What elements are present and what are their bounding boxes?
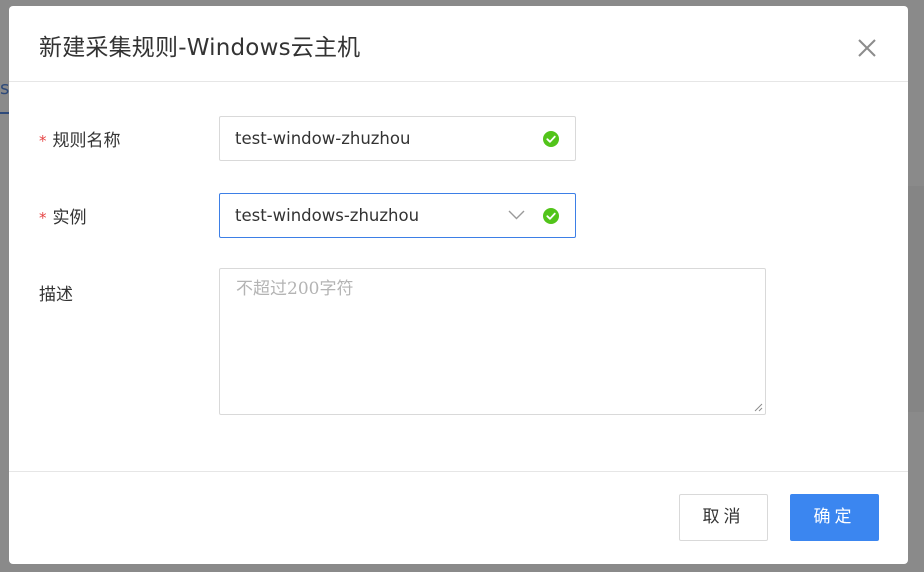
background-tab-fragment: s bbox=[0, 78, 10, 99]
check-circle-icon bbox=[543, 131, 559, 147]
description-textarea[interactable]: 不超过200字符 bbox=[219, 268, 766, 415]
required-mark: * bbox=[39, 209, 47, 227]
dialog-title: 新建采集规则-Windows云主机 bbox=[39, 35, 361, 61]
cancel-button[interactable]: 取消 bbox=[679, 494, 768, 541]
rule-name-input[interactable]: test-window-zhuzhou bbox=[219, 116, 576, 161]
resize-grip-icon[interactable] bbox=[754, 403, 763, 412]
required-mark: * bbox=[39, 132, 47, 150]
instance-label: 实例 bbox=[52, 208, 87, 228]
create-rule-dialog: 新建采集规则-Windows云主机 * 规则名称 test-window-zhuz… bbox=[9, 6, 908, 564]
close-button[interactable] bbox=[858, 39, 876, 57]
rule-name-label: 规则名称 bbox=[52, 131, 121, 151]
rule-name-label-wrap: * 规则名称 bbox=[39, 126, 121, 151]
instance-value: test-windows-zhuzhou bbox=[235, 206, 420, 225]
background-band bbox=[908, 186, 924, 412]
close-icon bbox=[858, 39, 876, 57]
instance-select[interactable]: test-windows-zhuzhou bbox=[219, 193, 576, 238]
rule-name-value: test-window-zhuzhou bbox=[235, 129, 411, 148]
confirm-button[interactable]: 确定 bbox=[790, 494, 879, 541]
check-circle-icon bbox=[543, 208, 559, 224]
description-label: 描述 bbox=[39, 285, 73, 305]
dialog-header: 新建采集规则-Windows云主机 bbox=[9, 6, 908, 82]
chevron-down-icon bbox=[508, 210, 525, 220]
dialog-footer: 取消 确定 bbox=[9, 471, 908, 565]
description-placeholder: 不超过200字符 bbox=[236, 279, 354, 299]
instance-label-wrap: * 实例 bbox=[39, 203, 87, 228]
